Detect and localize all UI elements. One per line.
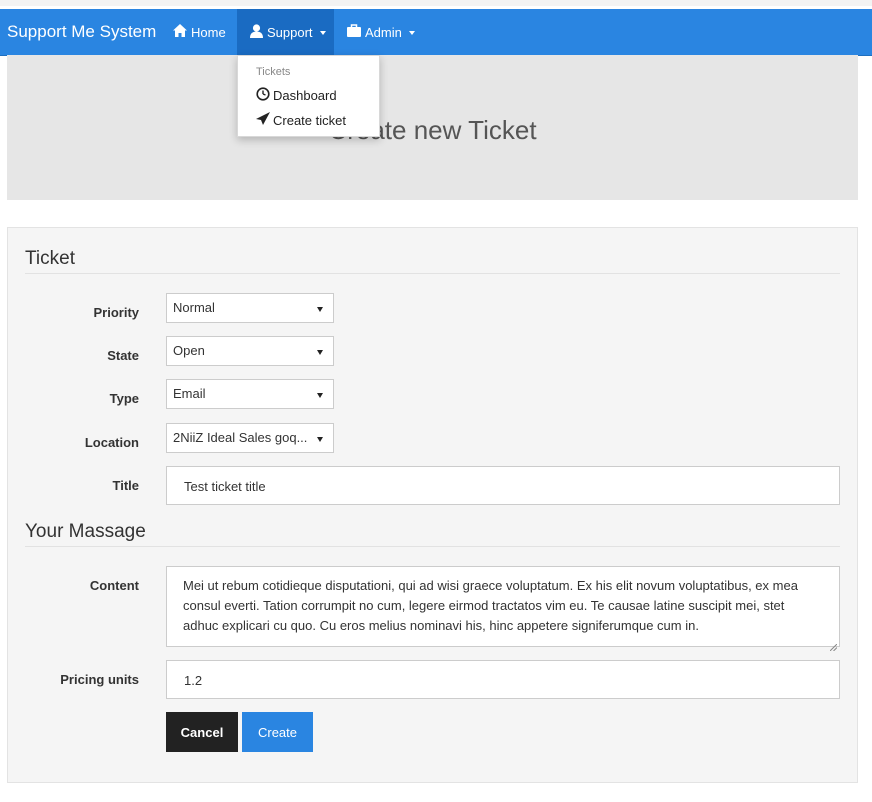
priority-label: Priority (93, 305, 139, 320)
home-icon (173, 24, 187, 40)
send-icon (256, 112, 270, 128)
dropdown-arrow-icon (317, 437, 323, 442)
brand[interactable]: Support Me System (7, 22, 156, 42)
priority-select[interactable]: Normal (166, 293, 334, 323)
page-header: Create new Ticket (7, 55, 858, 200)
title-value: Test ticket title (184, 479, 266, 494)
title-label: Title (112, 478, 140, 493)
user-icon (250, 23, 263, 41)
dropdown-header: Tickets (256, 66, 291, 78)
section-title-message: Your Massage (25, 521, 146, 542)
state-value: Open (173, 343, 205, 358)
support-dropdown-menu: Tickets Dashboard Create ticket (237, 55, 380, 137)
nav-admin[interactable]: Admin (347, 9, 415, 55)
pricing-units-input[interactable]: 1.2 (166, 660, 840, 699)
section-divider (25, 546, 840, 547)
browser-top-strip (0, 0, 872, 6)
section-title-ticket: Ticket (25, 248, 75, 269)
nav-support-label: Support (267, 24, 313, 40)
title-input[interactable]: Test ticket title (166, 466, 840, 505)
type-select[interactable]: Email (166, 379, 334, 409)
nav-admin-label: Admin (365, 24, 402, 40)
menu-item-label: Create ticket (273, 112, 346, 128)
dropdown-arrow-icon (317, 393, 323, 398)
dropdown-arrow-icon (317, 307, 323, 312)
resize-handle-icon[interactable] (829, 637, 838, 652)
ticket-form: Ticket Priority Normal State Open Type E… (7, 227, 858, 783)
caret-down-icon (319, 31, 326, 35)
menu-item-create-ticket[interactable]: Create ticket (256, 112, 346, 128)
location-label: Location (84, 435, 139, 450)
cancel-button[interactable]: Cancel (166, 712, 238, 752)
nav-support[interactable]: Support (237, 9, 334, 55)
content-label: Content (89, 578, 139, 593)
nav-home[interactable]: Home (173, 9, 226, 55)
page-title: Create new Ticket (328, 115, 537, 145)
section-divider (25, 273, 840, 274)
menu-item-dashboard[interactable]: Dashboard (256, 87, 337, 104)
location-value: 2NiiZ Ideal Sales goq... (173, 430, 308, 445)
nav-home-label: Home (191, 24, 226, 40)
type-value: Email (173, 386, 206, 401)
caret-down-icon (408, 31, 415, 35)
state-label: State (107, 348, 139, 363)
content-value: Mei ut rebum cotidieque disputationi, qu… (183, 578, 798, 633)
priority-value: Normal (173, 300, 215, 315)
type-label: Type (109, 391, 139, 406)
menu-item-label: Dashboard (273, 88, 337, 103)
pricing-label: Pricing units (60, 672, 139, 687)
dropdown-arrow-icon (317, 350, 323, 355)
content-textarea[interactable]: Mei ut rebum cotidieque disputationi, qu… (166, 566, 840, 652)
briefcase-icon (347, 24, 361, 40)
create-button[interactable]: Create (242, 712, 313, 752)
pricing-value: 1.2 (184, 673, 203, 688)
location-select[interactable]: 2NiiZ Ideal Sales goq... (166, 423, 334, 453)
state-select[interactable]: Open (166, 336, 334, 366)
dashboard-icon (256, 87, 270, 104)
navbar: Support Me System Home Support Admin (0, 9, 872, 56)
